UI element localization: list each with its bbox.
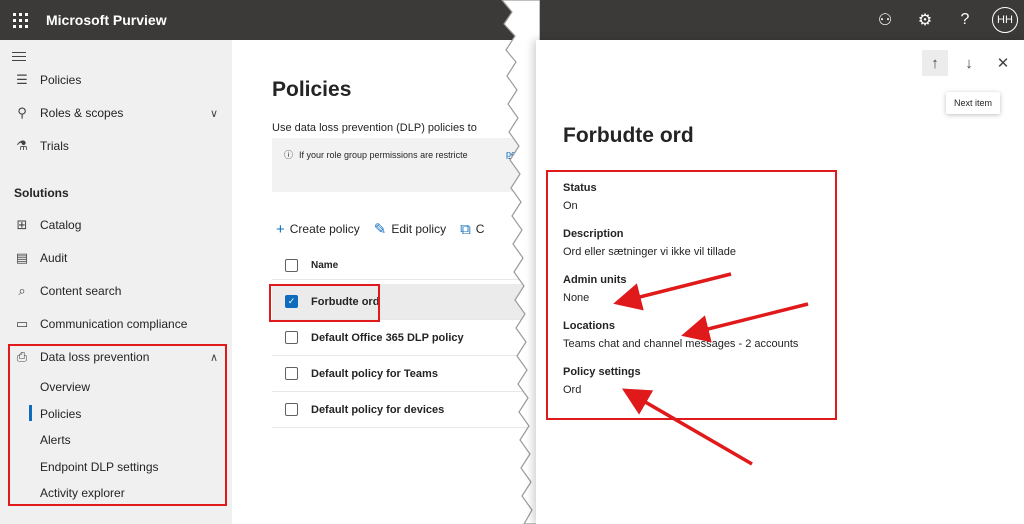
- sidebar-item-content-search[interactable]: ⌕ Content search: [0, 275, 232, 307]
- sidebar-item-roles-scopes[interactable]: ⚲ Roles & scopes ∨: [0, 97, 232, 129]
- chevron-down-icon[interactable]: ∨: [210, 107, 218, 120]
- detail-panel: ↑ ↓ ✕ Next item Forbudte ord Status On D…: [536, 40, 1024, 524]
- sidebar-item-trials[interactable]: ⚗ Trials: [0, 130, 232, 162]
- highlight-box-selected-row: [269, 284, 380, 322]
- edit-policy-button[interactable]: ✎ Edit policy: [374, 220, 446, 238]
- sidebar-item-label: Audit: [40, 251, 68, 265]
- search-icon: ⌕: [18, 283, 26, 298]
- edit-policy-label: Edit policy: [391, 222, 447, 236]
- row-checkbox[interactable]: [285, 367, 298, 380]
- help-icon[interactable]: ?: [952, 7, 978, 33]
- copy-policy-button[interactable]: ⧉ C: [460, 221, 484, 238]
- app-title[interactable]: Microsoft Purview: [46, 12, 167, 28]
- create-policy-label: Create policy: [289, 222, 360, 236]
- sidebar-item-policies[interactable]: ☰ Policies: [0, 64, 232, 96]
- community-icon[interactable]: ⚇: [872, 7, 898, 33]
- info-text: If your role group permissions are restr…: [299, 149, 468, 160]
- column-header-name[interactable]: Name: [311, 260, 338, 271]
- sidebar-item-label: Catalog: [40, 218, 82, 232]
- sidebar: ☰ Policies ⚲ Roles & scopes ∨ ⚗ Trials S…: [0, 40, 232, 524]
- policy-name[interactable]: Default policy for devices: [311, 404, 444, 416]
- info-icon: ⓘ: [284, 150, 294, 160]
- chat-icon: ▭: [15, 316, 29, 331]
- sidebar-item-label: Content search: [40, 284, 122, 298]
- row-checkbox[interactable]: [285, 403, 298, 416]
- next-item-icon[interactable]: ↓: [956, 50, 982, 76]
- copy-icon: ⧉: [460, 220, 471, 238]
- previous-item-icon[interactable]: ↑: [922, 50, 948, 76]
- pencil-icon: ✎: [373, 221, 387, 238]
- torn-edge-divider: [501, 0, 540, 524]
- highlight-box-dlp-nav: [8, 344, 227, 506]
- policy-name[interactable]: Default policy for Teams: [311, 368, 438, 380]
- sidebar-item-label: Communication compliance: [40, 317, 188, 331]
- hamburger-icon[interactable]: [12, 52, 26, 64]
- panel-title: Forbudte ord: [563, 124, 694, 147]
- sidebar-item-communication-compliance[interactable]: ▭ Communication compliance: [0, 308, 232, 340]
- select-all-checkbox[interactable]: [285, 259, 298, 272]
- plus-icon: +: [276, 220, 285, 238]
- toolbar: + Create policy ✎ Edit policy ⧉ C: [276, 220, 484, 239]
- audit-icon: ▤: [15, 250, 29, 265]
- policies-icon: ☰: [16, 72, 28, 87]
- gear-icon[interactable]: ⚙: [912, 7, 938, 33]
- sidebar-item-label: Roles & scopes: [40, 106, 124, 120]
- highlight-box-properties: [546, 170, 837, 420]
- sidebar-item-label: Policies: [40, 73, 82, 87]
- sidebar-item-label: Trials: [40, 139, 69, 153]
- page-description: Use data loss prevention (DLP) policies …: [272, 122, 477, 134]
- trials-icon: ⚗: [16, 138, 28, 153]
- avatar[interactable]: HH: [992, 7, 1018, 33]
- catalog-icon: ⊞: [16, 217, 28, 232]
- page-title: Policies: [272, 78, 352, 101]
- policy-name[interactable]: Default Office 365 DLP policy: [311, 332, 464, 344]
- key-icon: ⚲: [17, 105, 27, 120]
- description-text: Use data loss prevention (DLP) policies …: [272, 122, 477, 134]
- close-icon[interactable]: ✕: [990, 50, 1016, 76]
- tooltip-next-item: Next item: [946, 92, 1001, 114]
- solutions-heading: Solutions: [14, 186, 69, 200]
- create-policy-button[interactable]: + Create policy: [276, 221, 360, 238]
- app-launcher-icon[interactable]: [0, 0, 40, 40]
- sidebar-item-catalog[interactable]: ⊞ Catalog: [0, 209, 232, 241]
- row-checkbox[interactable]: [285, 331, 298, 344]
- sidebar-item-audit[interactable]: ▤ Audit: [0, 242, 232, 274]
